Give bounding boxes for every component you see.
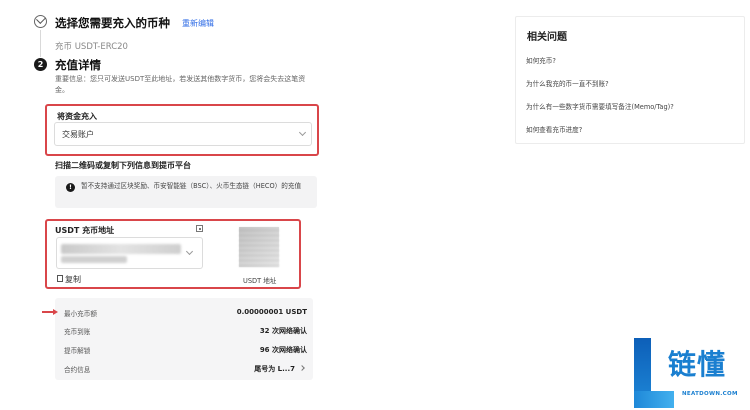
qr-caption: USDT 地址 — [243, 277, 277, 285]
re-edit-link[interactable]: 重新编辑 — [182, 18, 214, 29]
step-2-title: 充值详情 — [55, 58, 101, 72]
deposit-notice: 重要信息：您只可发送USDT至此地址，若发送其他数字货币，您将会失去这笔资金。 — [55, 75, 306, 94]
faq-title: 相关问题 — [527, 32, 567, 43]
copy-button[interactable]: 复制 — [65, 274, 81, 285]
info-value-arrival: 32 次网络确认 — [259, 327, 307, 335]
step-1-title: 选择您需要充入的币种 — [55, 16, 170, 30]
arrow-right-icon — [53, 308, 58, 315]
step-2-badge: 2 — [34, 58, 47, 71]
info-value-contract[interactable]: 尾号为 L...7 — [254, 364, 295, 374]
fund-target-value: 交易账户 — [62, 130, 94, 139]
address-value-redacted-2 — [61, 256, 127, 263]
info-value-min-deposit: 0.00000001 USDT — [236, 308, 307, 316]
copy-icon[interactable] — [57, 275, 63, 282]
info-icon: ! — [66, 183, 75, 192]
fund-target-label: 将资金充入 — [57, 112, 97, 121]
faq-item[interactable]: 如何充币? — [526, 55, 556, 65]
address-value-redacted — [61, 244, 181, 254]
qr-code-redacted — [239, 227, 279, 267]
faq-item[interactable]: 为什么有一些数字货币需要填写备注(Memo/Tag)? — [526, 101, 674, 111]
scan-instructions: 扫描二维码或复制下列信息到提币平台 — [55, 161, 191, 170]
selected-coin: 充币 USDT-ERC20 — [55, 42, 128, 52]
faq-item[interactable]: 为什么我充的币一直不到账? — [526, 78, 609, 88]
logo-text: 链懂 — [668, 348, 727, 381]
qr-code-icon[interactable] — [196, 225, 203, 232]
step-connector — [40, 30, 41, 57]
info-key-contract: 合约信息 — [64, 366, 91, 374]
faq-item[interactable]: 如何查看充币进度? — [526, 124, 582, 134]
warning-text: 暂不支持通过区块奖励、币安智能链（BSC）、火币生态链（HECO）的充值 — [81, 182, 302, 190]
info-key-unlock: 提币解锁 — [64, 347, 91, 355]
address-label: USDT 充币地址 — [55, 226, 115, 235]
logo-domain: NEATDOWN.COM — [682, 391, 738, 397]
info-value-unlock: 96 次网络确认 — [259, 346, 307, 354]
logo-mark-foot — [634, 391, 674, 408]
info-key-arrival: 充币到账 — [64, 328, 91, 336]
info-key-min-deposit: 最小充币额 — [64, 310, 97, 318]
